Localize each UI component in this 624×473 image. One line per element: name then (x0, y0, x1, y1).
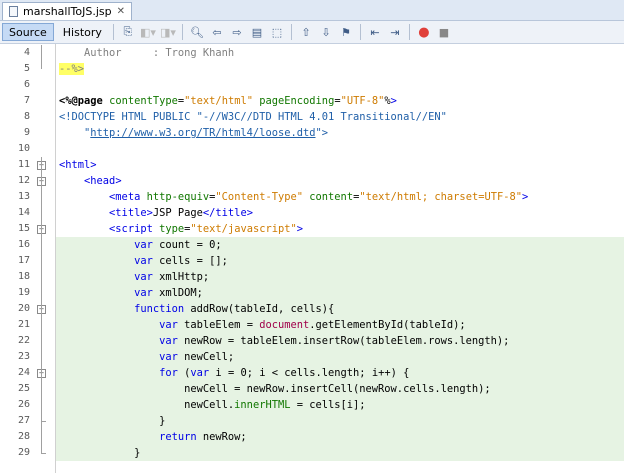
line-number: 4 (23, 47, 30, 58)
line-number: 16 (17, 239, 30, 250)
find-next-icon[interactable]: ⇨ (229, 24, 245, 40)
code-line: <head> (84, 175, 122, 187)
toolbar-divider (112, 24, 114, 40)
code-line: var xmlDOM; (134, 287, 203, 299)
shift-left-icon[interactable]: ⇤ (367, 24, 383, 40)
file-tab-label: marshallToJS.jsp (23, 5, 112, 18)
last-edit-icon[interactable]: ⎘ (120, 24, 136, 40)
line-number: 8 (23, 111, 30, 122)
line-number: 9 (23, 127, 30, 138)
line-number: 12 (17, 175, 30, 186)
history-view-button[interactable]: History (56, 23, 109, 41)
code-line: <html> (59, 159, 97, 171)
fold-guide-line (41, 157, 42, 453)
code-line: <script type="text/javascript"> (109, 223, 304, 235)
code-line: <title>JSP Page</title> (109, 207, 253, 219)
line-number: 20 (17, 303, 30, 314)
forward-icon[interactable]: ◨▾ (160, 24, 176, 40)
code-line: Author : Trong Khanh (59, 47, 235, 59)
code-editor[interactable]: 4 Author : Trong Khanh 5 --%> 6 7 <%@page con… (0, 44, 624, 473)
line-number: 27 (17, 415, 30, 426)
code-line: return newRow; (159, 431, 247, 443)
toggle-bookmark-icon[interactable]: ⚑ (338, 24, 354, 40)
line-number: 7 (23, 95, 30, 106)
start-macro-icon[interactable]: ● (416, 24, 432, 40)
toolbar-divider (408, 24, 410, 40)
fold-end-marker (41, 453, 46, 454)
code-line: newCell = newRow.insertCell(newRow.cells… (59, 383, 491, 395)
line-number: 22 (17, 335, 30, 346)
line-number: 23 (17, 351, 30, 362)
toolbar-divider (290, 24, 292, 40)
back-icon[interactable]: ◧▾ (140, 24, 156, 40)
close-tab-icon[interactable]: ✕ (117, 6, 125, 17)
toggle-highlight-icon[interactable]: ▤ (249, 24, 265, 40)
code-line: var newCell; (159, 351, 235, 363)
code-line: var count = 0; (134, 239, 222, 251)
code-line: <%@page contentType="text/html" pageEnco… (59, 95, 397, 107)
code-line: var newRow = tableElem.insertRow(tableEl… (159, 335, 510, 347)
line-number: 11 (17, 159, 30, 170)
toggle-rect-select-icon[interactable]: ⬚ (269, 24, 285, 40)
find-icon[interactable]: 🔍︎ (189, 24, 205, 40)
code-line: } (59, 415, 166, 427)
toolbar-divider (181, 24, 183, 40)
fold-guide-line (41, 45, 42, 69)
code-line: } (59, 447, 141, 459)
line-number: 24 (17, 367, 30, 378)
line-number: 19 (17, 287, 30, 298)
toolbar-divider (359, 24, 361, 40)
code-line: --%> (59, 63, 85, 75)
previous-bookmark-icon[interactable]: ⇧ (298, 24, 314, 40)
line-number: 17 (17, 255, 30, 266)
code-line: "http://www.w3.org/TR/html4/loose.dtd"> (59, 127, 329, 139)
line-number: 6 (23, 79, 30, 90)
line-number: 18 (17, 271, 30, 282)
line-number: 13 (17, 191, 30, 202)
code-line: var cells = []; (134, 255, 228, 267)
file-tab[interactable]: marshallToJS.jsp ✕ (2, 2, 132, 20)
line-number: 26 (17, 399, 30, 410)
code-line: function addRow(tableId, cells){ (134, 303, 335, 315)
code-line: <!DOCTYPE HTML PUBLIC "-//W3C//DTD HTML … (59, 111, 447, 123)
editor-toolbar: Source History ⎘ ◧▾ ◨▾ 🔍︎ ⇦ ⇨ ▤ ⬚ ⇧ ⇩ ⚑ … (0, 21, 624, 44)
line-number: 28 (17, 431, 30, 442)
line-number: 10 (17, 143, 30, 154)
code-line: <meta http-equiv="Content-Type" content=… (109, 191, 529, 203)
find-previous-icon[interactable]: ⇦ (209, 24, 225, 40)
line-number: 29 (17, 447, 30, 458)
jsp-file-icon (9, 6, 18, 17)
line-number: 25 (17, 383, 30, 394)
shift-right-icon[interactable]: ⇥ (387, 24, 403, 40)
line-number: 5 (23, 63, 30, 74)
stop-macro-icon[interactable]: ■ (436, 24, 452, 40)
code-line: newCell.innerHTML = cells[i]; (59, 399, 366, 411)
code-line: var tableElem = document.getElementById(… (159, 319, 466, 331)
next-bookmark-icon[interactable]: ⇩ (318, 24, 334, 40)
line-number: 21 (17, 319, 30, 330)
line-number: 15 (17, 223, 30, 234)
source-view-button[interactable]: Source (2, 23, 54, 41)
line-number: 14 (17, 207, 30, 218)
code-line: for (var i = 0; i < cells.length; i++) { (159, 367, 410, 379)
editor-tab-bar: marshallToJS.jsp ✕ (0, 0, 624, 21)
code-line: var xmlHttp; (134, 271, 210, 283)
script-block-highlight (56, 445, 624, 461)
